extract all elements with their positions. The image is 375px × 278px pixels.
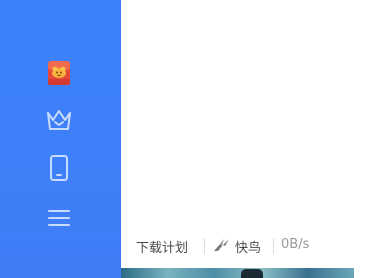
background-image-strip bbox=[121, 268, 354, 278]
image-detail bbox=[241, 269, 263, 278]
status-bar: 下载计划 快鸟 0B/s bbox=[121, 232, 375, 260]
red-envelope-icon bbox=[47, 60, 71, 86]
vip-button[interactable] bbox=[44, 105, 74, 135]
sidebar-bottom bbox=[0, 268, 121, 278]
download-speed: 0B/s bbox=[281, 237, 310, 252]
menu-icon bbox=[47, 208, 71, 228]
bird-icon bbox=[213, 238, 231, 256]
phone-icon bbox=[49, 155, 69, 181]
crown-icon bbox=[46, 109, 72, 131]
menu-button[interactable] bbox=[44, 203, 74, 233]
divider bbox=[273, 238, 274, 254]
mobile-button[interactable] bbox=[44, 153, 74, 183]
sidebar bbox=[0, 0, 121, 278]
divider bbox=[204, 238, 205, 254]
kuainiao-link[interactable]: 快鸟 bbox=[213, 237, 261, 256]
kuainiao-label: 快鸟 bbox=[235, 241, 262, 256]
red-envelope-button[interactable] bbox=[44, 58, 74, 88]
download-plan-link[interactable]: 下载计划 bbox=[136, 237, 188, 256]
